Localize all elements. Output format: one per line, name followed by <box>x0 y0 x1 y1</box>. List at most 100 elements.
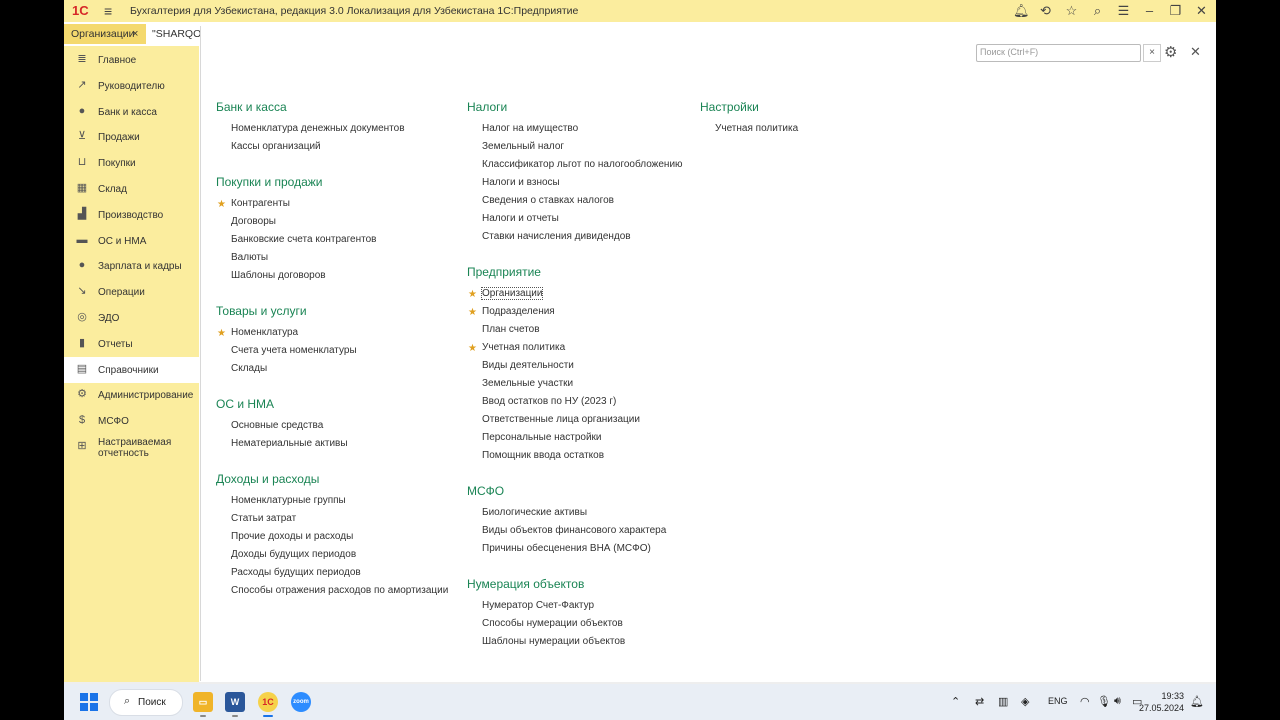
sidebar-item[interactable]: ≣ Главное <box>64 47 199 73</box>
section-link[interactable]: Земельные участки <box>482 378 573 389</box>
favorite-star-icon[interactable]: ★ <box>468 289 477 300</box>
clock-date: 27.05.2024 <box>1138 703 1184 713</box>
section-link[interactable]: Ввод остатков по НУ (2023 г) <box>482 396 616 407</box>
section-link[interactable]: Налог на имущество <box>482 123 578 134</box>
section-link[interactable]: Основные средства <box>231 420 323 431</box>
favorite-star-icon[interactable]: ★ <box>217 199 226 210</box>
section-link[interactable]: Виды объектов финансового характера <box>482 525 666 536</box>
system-clock[interactable]: 19:33 27.05.2024 <box>1138 690 1184 714</box>
section-link[interactable]: Классификатор льгот по налогообложению <box>482 159 683 170</box>
bell-icon[interactable]: 🔔︎ <box>1013 3 1030 19</box>
section-link[interactable]: Сведения о ставках налогов <box>482 195 614 206</box>
search-clear-button[interactable]: × <box>1143 44 1161 62</box>
sidebar-item[interactable]: ⚙ Администрирование <box>64 382 199 408</box>
section-link[interactable]: Статьи затрат <box>231 513 296 524</box>
favorite-star-icon[interactable]: ★ <box>468 343 477 354</box>
section-link[interactable]: Налоги и отчеты <box>482 213 559 224</box>
minimize-icon[interactable]: – <box>1143 3 1156 19</box>
section-link[interactable]: Номенклатурные группы <box>231 495 346 506</box>
section-link[interactable]: Персональные настройки <box>482 432 602 443</box>
section-link[interactable]: Налоги и взносы <box>482 177 560 188</box>
main-menu-icon[interactable]: ≡ <box>104 4 112 18</box>
section-link[interactable]: Валюты <box>231 252 268 263</box>
edo-icon: ◎ <box>77 311 87 323</box>
close-panel-icon[interactable]: ✕ <box>1190 44 1201 60</box>
sidebar-item[interactable]: $ МСФО <box>64 408 199 434</box>
section-link[interactable]: Ответственные лица организации <box>482 414 640 425</box>
section-link[interactable]: Прочие доходы и расходы <box>231 531 353 542</box>
restore-icon[interactable]: ❐ <box>1169 3 1182 19</box>
sidebar-item[interactable]: ⊞ Настраиваемая отчетность <box>64 434 199 460</box>
sidebar-item[interactable]: ▤ Справочники <box>64 356 199 383</box>
section-link[interactable]: Учетная политика <box>482 342 565 353</box>
section-link[interactable]: Шаблоны договоров <box>231 270 326 281</box>
tray-network-tool-icon[interactable]: ⇄ <box>975 695 984 708</box>
search-input[interactable]: Поиск (Ctrl+F) <box>976 44 1141 62</box>
sidebar-item[interactable]: ⊻ Продажи <box>64 124 199 150</box>
tab-organizations[interactable]: Организации × <box>64 24 149 44</box>
file-explorer-icon[interactable]: ▭ <box>193 692 213 712</box>
section-link[interactable]: Виды деятельности <box>482 360 574 371</box>
section-link[interactable]: Ставки начисления дивидендов <box>482 231 631 242</box>
tray-shield-icon[interactable]: ◈ <box>1021 695 1029 708</box>
sidebar-item[interactable]: ◎ ЭДО <box>64 305 199 331</box>
section-link[interactable]: Способы нумерации объектов <box>482 618 623 629</box>
section-link[interactable]: Доходы будущих периодов <box>231 549 356 560</box>
section-link[interactable]: Номенклатура денежных документов <box>231 123 405 134</box>
favorite-star-icon[interactable]: ★ <box>468 307 477 318</box>
history-icon[interactable]: ⟲ <box>1039 3 1052 19</box>
star-icon[interactable]: ☆ <box>1065 3 1078 19</box>
tab-close-icon[interactable]: × <box>132 24 138 44</box>
section-link[interactable]: Нумератор Счет-Фактур <box>482 600 594 611</box>
section-link[interactable]: Организации <box>480 287 544 300</box>
section-link[interactable]: Подразделения <box>482 306 555 317</box>
section-link[interactable]: Нематериальные активы <box>231 438 348 449</box>
word-icon[interactable]: W <box>225 692 245 712</box>
section-link[interactable]: Расходы будущих периодов <box>231 567 361 578</box>
close-window-icon[interactable]: ✕ <box>1195 3 1208 19</box>
search-icon[interactable]: ⌕ <box>1091 3 1104 19</box>
sidebar-item[interactable]: ▬ ОС и НМА <box>64 228 199 254</box>
section-link[interactable]: Земельный налог <box>482 141 564 152</box>
notification-bell-icon[interactable]: 🔔︎ <box>1190 695 1204 708</box>
settings-gear-icon[interactable]: ⚙ <box>1164 43 1177 61</box>
functions-menu-icon[interactable]: ☰ <box>1117 3 1130 19</box>
sidebar-item[interactable]: ▦ Склад <box>64 176 199 202</box>
sidebar-item[interactable]: ▟ Производство <box>64 202 199 228</box>
section-link[interactable]: Банковские счета контрагентов <box>231 234 376 245</box>
section-link[interactable]: Причины обесценения ВНА (МСФО) <box>482 543 651 554</box>
zoom-icon[interactable]: zoom <box>291 692 311 712</box>
sidebar-item-label: МСФО <box>98 416 129 428</box>
section-link[interactable]: Контрагенты <box>231 198 290 209</box>
section-link[interactable]: Помощник ввода остатков <box>482 450 604 461</box>
volume-icon[interactable]: 🔊︎ <box>1114 695 1121 708</box>
sidebar-item[interactable]: ▮ Отчеты <box>64 331 199 357</box>
language-indicator[interactable]: ENG <box>1048 696 1068 706</box>
wifi-icon[interactable]: ◠ <box>1080 695 1090 708</box>
section-link[interactable]: Склады <box>231 363 267 374</box>
section-link[interactable]: План счетов <box>482 324 540 335</box>
favorite-star-icon[interactable]: ★ <box>217 328 226 339</box>
warehouse-icon: ▦ <box>76 182 88 194</box>
sidebar-item[interactable]: ● Банк и касса <box>64 99 199 125</box>
start-windows-icon[interactable] <box>80 693 98 711</box>
section-link[interactable]: Кассы организаций <box>231 141 321 152</box>
tray-chevron-up-icon[interactable]: ⌃ <box>951 695 960 708</box>
microphone-icon[interactable]: 🎙︎ <box>1097 695 1111 708</box>
section-link[interactable]: Счета учета номенклатуры <box>231 345 357 356</box>
sidebar-item[interactable]: ● Зарплата и кадры <box>64 253 199 279</box>
sidebar-item[interactable]: ⊔ Покупки <box>64 150 199 176</box>
section-link[interactable]: Биологические активы <box>482 507 587 518</box>
onec-app-icon[interactable]: 1С <box>258 692 278 712</box>
section-link[interactable]: Способы отражения расходов по амортизаци… <box>231 585 448 596</box>
sidebar-item-label: Руководителю <box>98 80 165 92</box>
sidebar-item[interactable]: ↘ Операции <box>64 279 199 305</box>
sidebar-item[interactable]: ↗ Руководителю <box>64 73 199 99</box>
taskbar-search-button[interactable]: ⌕ Поиск <box>109 689 183 716</box>
tab-sharqon[interactable]: "SHARQON <box>146 24 206 44</box>
section-link[interactable]: Шаблоны нумерации объектов <box>482 636 625 647</box>
section-link[interactable]: Номенклатура <box>231 327 298 338</box>
section-link[interactable]: Учетная политика <box>715 123 798 134</box>
tray-app-icon[interactable]: ▥ <box>998 695 1008 708</box>
section-link[interactable]: Договоры <box>231 216 276 227</box>
